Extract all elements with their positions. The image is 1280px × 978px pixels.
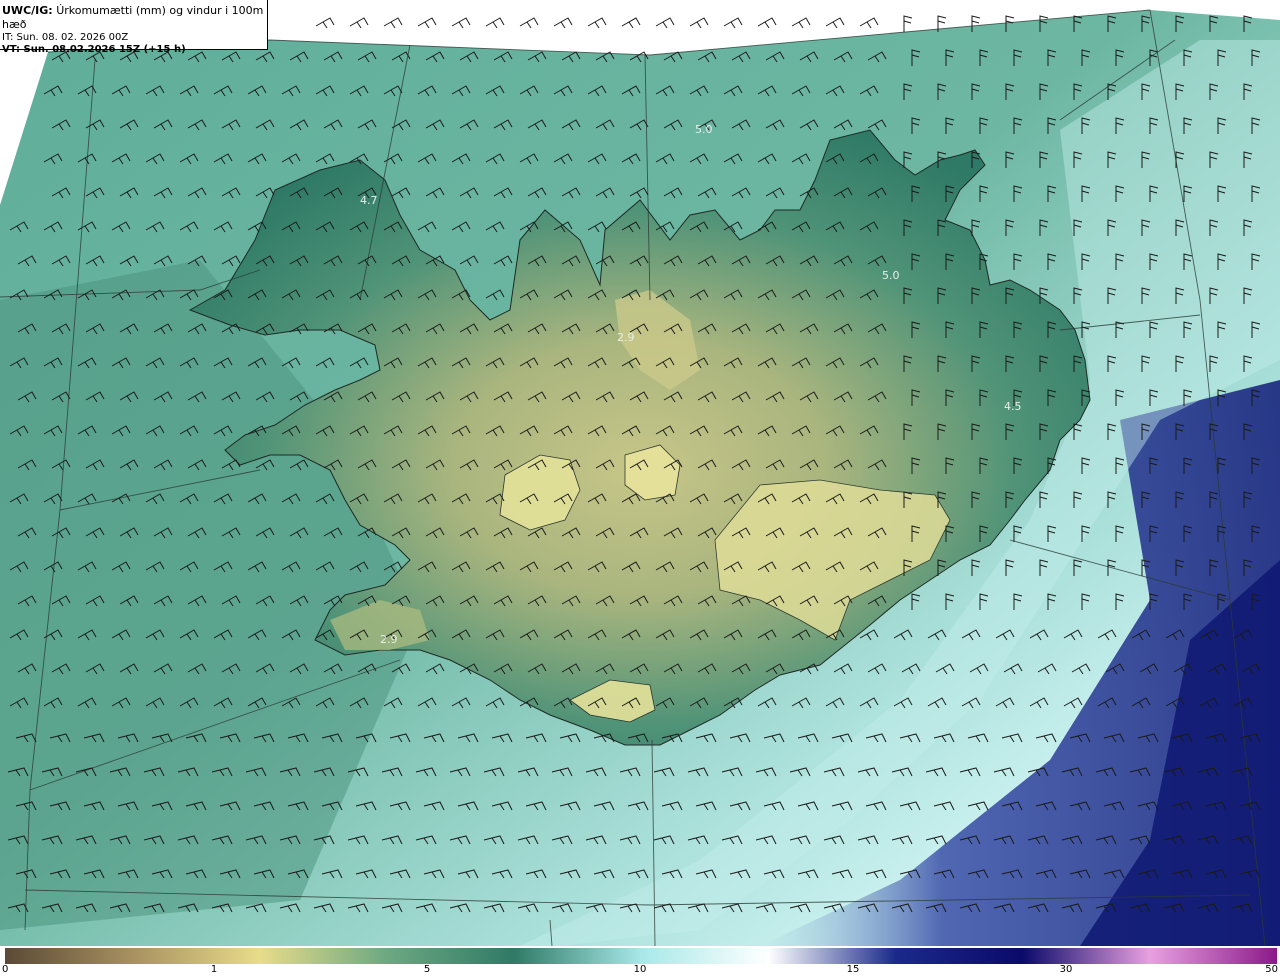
product-title: UWC/IG: Úrkomumætti (mm) og vindur i 100…: [2, 4, 267, 32]
colorbar-tick-0: 0: [2, 964, 9, 975]
map-area[interactable]: 4.7 5.0 5.0 2.9 4.5 2.9 UWC/IG: Úrkomumæ…: [0, 0, 1280, 946]
colorbar-tick-30: 30: [1059, 964, 1073, 975]
value-label-north-central: 2.9: [617, 331, 635, 344]
colorbar-tick-5: 5: [423, 964, 431, 975]
precipitation-map: 4.7 5.0 5.0 2.9 4.5 2.9: [0, 0, 1280, 946]
colorbar-strip: [5, 948, 1277, 964]
colorbar: 0 1 5 10 15 30 50: [0, 946, 1280, 978]
value-label-northeast: 5.0: [882, 269, 900, 282]
forecast-info-box: UWC/IG: Úrkomumætti (mm) og vindur i 100…: [0, 0, 268, 55]
init-time: IT: Sun. 08. 02. 2026 00Z: [2, 32, 129, 43]
value-label-westfjords: 4.7: [360, 194, 378, 207]
value-label-southwest: 2.9: [380, 633, 398, 646]
colorbar-tick-15: 15: [846, 964, 860, 975]
model-code: UWC/IG:: [2, 4, 53, 17]
colorbar-tick-10: 10: [633, 964, 647, 975]
valid-time: VT: Sun. 08.02.2026 15Z (+15 h): [2, 44, 186, 55]
colorbar-tick-50: 50: [1265, 964, 1278, 975]
colorbar-tick-1: 1: [210, 964, 218, 975]
value-label-east: 4.5: [1004, 400, 1022, 413]
value-label-north-sea: 5.0: [695, 123, 713, 136]
